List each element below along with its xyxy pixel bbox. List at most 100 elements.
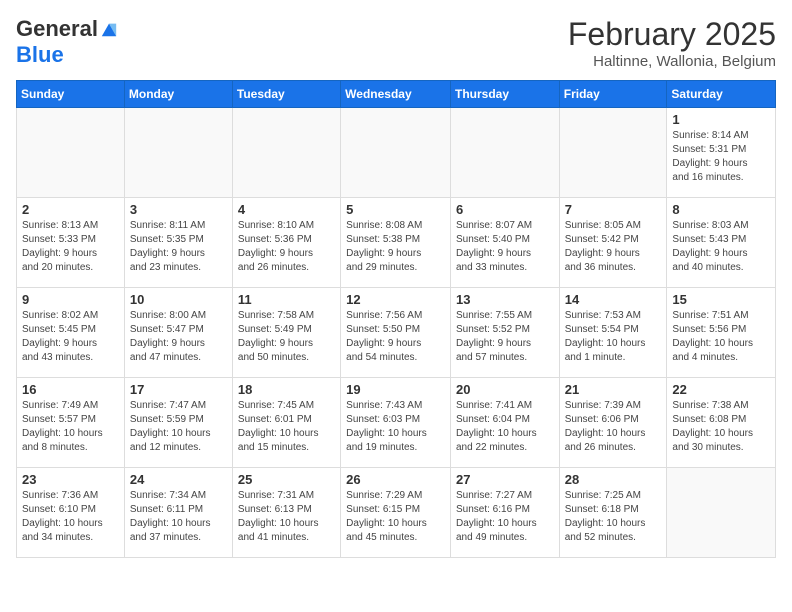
calendar-cell (450, 108, 559, 198)
week-row-5: 23 Sunrise: 7:36 AM Sunset: 6:10 PM Dayli… (17, 468, 776, 558)
day-info: Sunrise: 7:43 AM Sunset: 6:03 PM Dayligh… (346, 399, 445, 455)
calendar-cell: 16 Sunrise: 7:49 AM Sunset: 5:57 PM Dayli… (17, 378, 125, 468)
day-number: 23 (22, 472, 119, 487)
calendar-cell: 6 Sunrise: 8:07 AM Sunset: 5:40 PM Daylig… (450, 198, 559, 288)
day-info: Sunrise: 8:02 AM Sunset: 5:45 PM Dayligh… (22, 309, 119, 365)
day-info: Sunrise: 7:34 AM Sunset: 6:11 PM Dayligh… (130, 489, 227, 545)
calendar-cell: 5 Sunrise: 8:08 AM Sunset: 5:38 PM Daylig… (341, 198, 451, 288)
calendar-cell: 10Sunrise: 8:00 AM Sunset: 5:47 PM Dayli… (124, 288, 232, 378)
day-info: Sunrise: 8:07 AM Sunset: 5:40 PM Dayligh… (456, 219, 554, 275)
calendar-cell: 11 Sunrise: 7:58 AM Sunset: 5:49 PM Dayli… (232, 288, 340, 378)
day-info: Sunrise: 8:03 AM Sunset: 5:43 PM Dayligh… (672, 219, 770, 275)
day-number: 11 (238, 292, 335, 307)
calendar-cell: 15 Sunrise: 7:51 AM Sunset: 5:56 PM Dayli… (667, 288, 776, 378)
calendar-cell: 1 Sunrise: 8:14 AM Sunset: 5:31 PM Daylig… (667, 108, 776, 198)
day-info: Sunrise: 7:41 AM Sunset: 6:04 PM Dayligh… (456, 399, 554, 455)
day-number: 22 (672, 382, 770, 397)
calendar-cell: 24 Sunrise: 7:34 AM Sunset: 6:11 PM Dayli… (124, 468, 232, 558)
day-number: 12 (346, 292, 445, 307)
page-header: General Blue February 2025 Haltinne, Wal… (16, 16, 776, 70)
weekday-header-thursday: Thursday (450, 81, 559, 108)
logo: General Blue (16, 16, 118, 68)
calendar-cell (232, 108, 340, 198)
calendar-cell: 7Sunrise: 8:05 AM Sunset: 5:42 PM Daylig… (559, 198, 667, 288)
calendar-cell: 21 Sunrise: 7:39 AM Sunset: 6:06 PM Dayli… (559, 378, 667, 468)
day-info: Sunrise: 7:31 AM Sunset: 6:13 PM Dayligh… (238, 489, 335, 545)
weekday-header-friday: Friday (559, 81, 667, 108)
calendar-cell (559, 108, 667, 198)
day-info: Sunrise: 8:00 AM Sunset: 5:47 PM Dayligh… (130, 309, 227, 365)
day-info: Sunrise: 7:58 AM Sunset: 5:49 PM Dayligh… (238, 309, 335, 365)
calendar-cell: 26Sunrise: 7:29 AM Sunset: 6:15 PM Dayli… (341, 468, 451, 558)
day-info: Sunrise: 7:47 AM Sunset: 5:59 PM Dayligh… (130, 399, 227, 455)
day-info: Sunrise: 7:27 AM Sunset: 6:16 PM Dayligh… (456, 489, 554, 545)
day-info: Sunrise: 7:36 AM Sunset: 6:10 PM Dayligh… (22, 489, 119, 545)
logo-blue-text: Blue (16, 42, 64, 68)
day-number: 18 (238, 382, 335, 397)
day-number: 28 (565, 472, 662, 487)
day-info: Sunrise: 7:38 AM Sunset: 6:08 PM Dayligh… (672, 399, 770, 455)
day-number: 6 (456, 202, 554, 217)
day-number: 5 (346, 202, 445, 217)
day-number: 1 (672, 112, 770, 127)
calendar-cell: 23 Sunrise: 7:36 AM Sunset: 6:10 PM Dayli… (17, 468, 125, 558)
day-info: Sunrise: 7:55 AM Sunset: 5:52 PM Dayligh… (456, 309, 554, 365)
weekday-header-wednesday: Wednesday (341, 81, 451, 108)
week-row-4: 16 Sunrise: 7:49 AM Sunset: 5:57 PM Dayli… (17, 378, 776, 468)
calendar-cell (124, 108, 232, 198)
day-number: 2 (22, 202, 119, 217)
day-number: 20 (456, 382, 554, 397)
day-info: Sunrise: 7:49 AM Sunset: 5:57 PM Dayligh… (22, 399, 119, 455)
calendar-cell: 22 Sunrise: 7:38 AM Sunset: 6:08 PM Dayli… (667, 378, 776, 468)
weekday-header-monday: Monday (124, 81, 232, 108)
title-block: February 2025 Haltinne, Wallonia, Belgiu… (568, 16, 776, 70)
day-info: Sunrise: 8:08 AM Sunset: 5:38 PM Dayligh… (346, 219, 445, 275)
day-info: Sunrise: 7:39 AM Sunset: 6:06 PM Dayligh… (565, 399, 662, 455)
calendar-cell: 8 Sunrise: 8:03 AM Sunset: 5:43 PM Daylig… (667, 198, 776, 288)
weekday-header-tuesday: Tuesday (232, 81, 340, 108)
day-number: 14 (565, 292, 662, 307)
calendar-cell: 25 Sunrise: 7:31 AM Sunset: 6:13 PM Dayli… (232, 468, 340, 558)
week-row-3: 9 Sunrise: 8:02 AM Sunset: 5:45 PM Daylig… (17, 288, 776, 378)
day-number: 21 (565, 382, 662, 397)
day-info: Sunrise: 7:45 AM Sunset: 6:01 PM Dayligh… (238, 399, 335, 455)
weekday-header-saturday: Saturday (667, 81, 776, 108)
calendar-cell (341, 108, 451, 198)
week-row-1: 1 Sunrise: 8:14 AM Sunset: 5:31 PM Daylig… (17, 108, 776, 198)
calendar-cell: 18 Sunrise: 7:45 AM Sunset: 6:01 PM Dayli… (232, 378, 340, 468)
day-info: Sunrise: 8:10 AM Sunset: 5:36 PM Dayligh… (238, 219, 335, 275)
day-info: Sunrise: 8:13 AM Sunset: 5:33 PM Dayligh… (22, 219, 119, 275)
day-info: Sunrise: 8:14 AM Sunset: 5:31 PM Dayligh… (672, 129, 770, 185)
day-number: 9 (22, 292, 119, 307)
calendar-cell: 20 Sunrise: 7:41 AM Sunset: 6:04 PM Dayli… (450, 378, 559, 468)
calendar-cell (17, 108, 125, 198)
day-number: 17 (130, 382, 227, 397)
calendar-table: SundayMondayTuesdayWednesdayThursdayFrid… (16, 80, 776, 558)
logo-icon (100, 20, 118, 38)
calendar-cell: 9 Sunrise: 8:02 AM Sunset: 5:45 PM Daylig… (17, 288, 125, 378)
day-number: 16 (22, 382, 119, 397)
day-info: Sunrise: 7:51 AM Sunset: 5:56 PM Dayligh… (672, 309, 770, 365)
day-number: 24 (130, 472, 227, 487)
day-number: 26 (346, 472, 445, 487)
calendar-cell: 19 Sunrise: 7:43 AM Sunset: 6:03 PM Dayli… (341, 378, 451, 468)
weekday-header-sunday: Sunday (17, 81, 125, 108)
day-info: Sunrise: 7:25 AM Sunset: 6:18 PM Dayligh… (565, 489, 662, 545)
day-info: Sunrise: 8:11 AM Sunset: 5:35 PM Dayligh… (130, 219, 227, 275)
day-number: 15 (672, 292, 770, 307)
calendar-cell: 27Sunrise: 7:27 AM Sunset: 6:16 PM Dayli… (450, 468, 559, 558)
day-number: 3 (130, 202, 227, 217)
day-number: 19 (346, 382, 445, 397)
day-number: 4 (238, 202, 335, 217)
location-text: Haltinne, Wallonia, Belgium (568, 53, 776, 70)
day-info: Sunrise: 7:56 AM Sunset: 5:50 PM Dayligh… (346, 309, 445, 365)
calendar-cell: 3 Sunrise: 8:11 AM Sunset: 5:35 PM Daylig… (124, 198, 232, 288)
day-info: Sunrise: 8:05 AM Sunset: 5:42 PM Dayligh… (565, 219, 662, 275)
calendar-cell: 4 Sunrise: 8:10 AM Sunset: 5:36 PM Daylig… (232, 198, 340, 288)
calendar-cell (667, 468, 776, 558)
calendar-cell: 2 Sunrise: 8:13 AM Sunset: 5:33 PM Daylig… (17, 198, 125, 288)
day-number: 8 (672, 202, 770, 217)
day-number: 25 (238, 472, 335, 487)
calendar-cell: 28 Sunrise: 7:25 AM Sunset: 6:18 PM Dayli… (559, 468, 667, 558)
calendar-cell: 17 Sunrise: 7:47 AM Sunset: 5:59 PM Dayli… (124, 378, 232, 468)
